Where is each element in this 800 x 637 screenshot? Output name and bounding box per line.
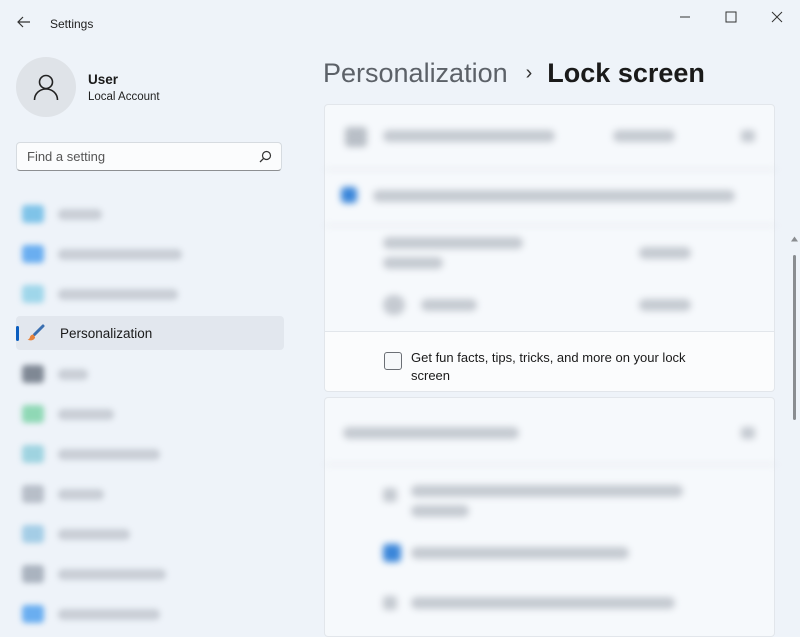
sidebar-item[interactable]	[16, 477, 284, 511]
fun-facts-label[interactable]: Get fun facts, tips, tricks, and more on…	[411, 349, 721, 385]
close-icon	[771, 11, 783, 23]
breadcrumb: Personalization › Lock screen	[323, 58, 705, 89]
sidebar-item[interactable]	[16, 597, 284, 631]
maximize-button[interactable]	[708, 4, 754, 30]
profile-name: User	[88, 72, 119, 87]
lock-screen-settings-group	[324, 104, 776, 332]
selection-indicator	[16, 326, 19, 341]
sidebar-item[interactable]	[16, 517, 284, 551]
minimize-button[interactable]	[662, 4, 708, 30]
sidebar-item[interactable]	[16, 357, 284, 391]
back-arrow-icon	[17, 16, 30, 28]
sidebar-item[interactable]	[16, 557, 284, 591]
sidebar-item[interactable]	[16, 397, 284, 431]
sidebar-item-personalization[interactable]: Personalization	[16, 316, 284, 350]
breadcrumb-parent[interactable]: Personalization	[323, 58, 508, 89]
search-input[interactable]	[27, 149, 247, 164]
sidebar-item[interactable]	[16, 197, 284, 231]
page-title: Lock screen	[547, 58, 705, 88]
fun-facts-setting-card: Get fun facts, tips, tricks, and more on…	[324, 331, 775, 392]
avatar[interactable]	[16, 57, 76, 117]
back-button[interactable]	[12, 10, 36, 34]
app-title: Settings	[50, 17, 94, 31]
sidebar-item[interactable]	[16, 277, 284, 311]
sidebar-item[interactable]	[16, 437, 284, 471]
search-box[interactable]	[16, 142, 282, 171]
search-icon[interactable]	[259, 150, 272, 163]
maximize-icon	[725, 11, 737, 23]
fun-facts-checkbox[interactable]	[384, 352, 402, 370]
scrollbar-thumb[interactable]	[793, 255, 796, 420]
profile-account-type: Local Account	[88, 91, 160, 103]
minimize-icon	[680, 16, 690, 18]
user-icon	[33, 74, 59, 101]
paintbrush-icon	[27, 324, 45, 341]
close-button[interactable]	[754, 4, 800, 30]
scroll-up-arrow-icon[interactable]	[791, 236, 798, 242]
sidebar-item[interactable]	[16, 237, 284, 271]
title-bar: Settings	[0, 0, 800, 48]
chevron-right-icon: ›	[525, 62, 533, 84]
additional-settings-group	[324, 397, 776, 637]
sidebar-item-label: Personalization	[60, 326, 153, 341]
